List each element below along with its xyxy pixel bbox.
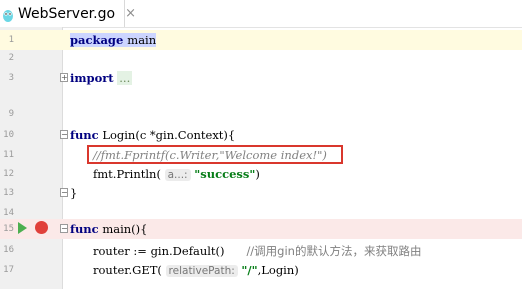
line-number: 10: [3, 130, 14, 140]
code-text: router := gin.Default() //调用gin的默认方法，来获取…: [93, 244, 422, 258]
code-line[interactable]: 10 − func Login(c *gin.Context){: [0, 125, 522, 145]
code-line[interactable]: 12 fmt.Println( a...: "success"): [0, 164, 522, 184]
line-number: 9: [8, 109, 14, 119]
parameter-hint: a...:: [164, 169, 191, 181]
function-signature: main(){: [98, 222, 148, 236]
line-number: 13: [3, 188, 14, 198]
breakpoint-icon[interactable]: [35, 221, 48, 234]
code-line[interactable]: 16 router := gin.Default() //调用gin的默认方法，…: [0, 240, 522, 260]
code-text: package main: [70, 33, 157, 47]
line-number: 2: [8, 53, 14, 63]
line-number: 15: [3, 224, 14, 234]
fold-end-icon[interactable]: −: [60, 188, 68, 197]
keyword: func: [70, 222, 99, 236]
string-literal: "success": [194, 167, 256, 181]
line-number: 1: [8, 35, 14, 45]
code-line[interactable]: 9: [0, 104, 522, 124]
code-line[interactable]: 3 + import ...: [0, 68, 522, 88]
code-line[interactable]: 1 package main: [0, 30, 522, 50]
tab-label: WebServer.go: [18, 5, 116, 22]
code-line[interactable]: 17 router.GET( relativePath: "/",Login): [0, 260, 522, 280]
function-signature: Login(c *gin.Context){: [98, 128, 236, 142]
line-number: 16: [3, 245, 14, 255]
go-gopher-icon: [2, 7, 14, 22]
tab-webserver-go[interactable]: WebServer.go ×: [0, 0, 136, 27]
package-name: main: [127, 33, 157, 47]
code-text: fmt.Println( a...: "success"): [93, 167, 260, 181]
code-text: router.GET( relativePath: "/",Login): [93, 263, 299, 277]
line-number: 12: [3, 169, 14, 179]
close-icon[interactable]: ×: [125, 6, 136, 21]
line-number: 11: [3, 150, 14, 160]
code-text: func Login(c *gin.Context){: [70, 128, 235, 142]
fold-collapse-icon[interactable]: −: [60, 224, 68, 233]
code-line[interactable]: 15 − func main(){: [0, 219, 522, 239]
keyword: package: [70, 33, 124, 47]
code-line[interactable]: 2: [0, 48, 522, 68]
fold-expand-icon[interactable]: +: [60, 73, 68, 82]
fold-collapse-icon[interactable]: −: [60, 130, 68, 139]
keyword: import: [70, 71, 114, 85]
line-number: 17: [3, 265, 14, 275]
line-number: 14: [3, 208, 14, 218]
keyword: func: [70, 128, 99, 142]
highlight-box: [87, 145, 343, 164]
comment: //调用gin的默认方法，来获取路由: [246, 244, 422, 258]
parameter-hint: relativePath:: [165, 265, 238, 277]
run-icon[interactable]: [18, 222, 27, 234]
folded-imports[interactable]: ...: [117, 71, 133, 85]
code-text: }: [70, 186, 78, 200]
string-literal: "/": [241, 263, 258, 277]
line-number: 3: [8, 73, 14, 83]
code-line[interactable]: 13 − }: [0, 183, 522, 203]
code-text: import ...: [70, 71, 133, 85]
editor-tab-bar: WebServer.go ×: [0, 0, 522, 28]
code-text: func main(){: [70, 222, 147, 236]
